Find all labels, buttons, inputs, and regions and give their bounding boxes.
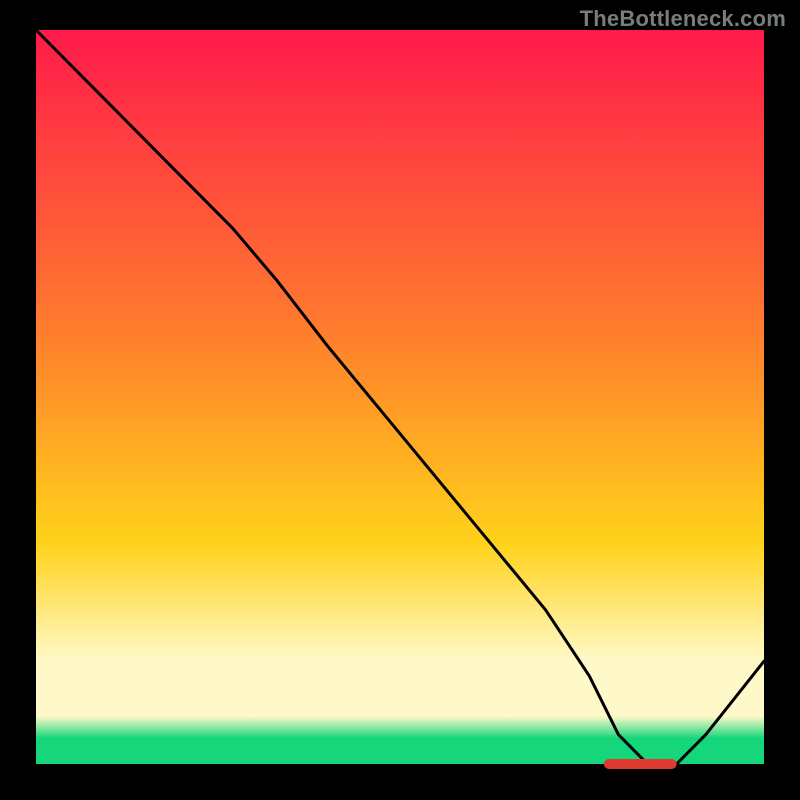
chart-container: TheBottleneck.com (0, 0, 800, 800)
chart-svg (0, 0, 800, 800)
watermark-text: TheBottleneck.com (580, 6, 786, 32)
optimum-marker (604, 759, 677, 769)
